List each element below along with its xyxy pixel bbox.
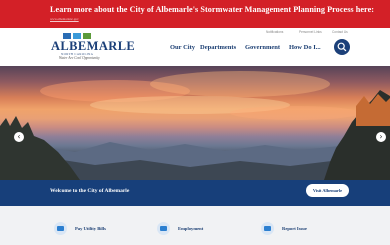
quick-link-report-issue[interactable]: Report Issue xyxy=(261,222,307,235)
site-header: ALBEMARLE NORTH CAROLINA Water Are Cool … xyxy=(0,28,390,66)
chevron-right-icon: › xyxy=(379,132,383,141)
hero-image xyxy=(0,66,390,180)
nav-how-do-i[interactable]: How Do I... xyxy=(289,44,321,51)
quick-link-label: Report Issue xyxy=(282,226,307,231)
alert-text: Learn more about the City of Albemarle's… xyxy=(50,5,375,14)
quick-links-bar: Pay Utility Bills Employment Report Issu… xyxy=(0,206,390,245)
welcome-banner: Welcome to the City of Albemarle Visit A… xyxy=(0,180,390,206)
welcome-text: Welcome to the City of Albemarle xyxy=(50,188,130,194)
search-icon xyxy=(337,42,347,52)
chevron-left-icon: ‹ xyxy=(17,132,21,141)
quick-link-pay-utility-bills[interactable]: Pay Utility Bills xyxy=(54,222,106,235)
quick-link-label: Pay Utility Bills xyxy=(75,226,106,231)
carousel-next-button[interactable]: › xyxy=(376,132,386,142)
nav-government[interactable]: Government xyxy=(245,44,280,51)
alert-link[interactable]: www.albemarlenc.gov xyxy=(50,17,79,21)
utility-link-notifications[interactable]: Notifications xyxy=(266,30,283,34)
alert-banner[interactable]: Learn more about the City of Albemarle's… xyxy=(0,0,390,28)
logo-tagline: Water Are Cool Opportunity xyxy=(59,56,100,60)
globe-icon xyxy=(261,222,274,235)
quick-link-employment[interactable]: Employment xyxy=(157,222,203,235)
utility-link-personnel[interactable]: Personnel Links xyxy=(299,30,322,34)
nav-departments[interactable]: Departments xyxy=(200,44,236,51)
quick-link-label: Employment xyxy=(178,226,204,231)
mountain-landscape xyxy=(0,90,390,180)
search-button[interactable] xyxy=(334,39,350,55)
visit-albemarle-button[interactable]: Visit Albemarle xyxy=(306,184,349,197)
nav-our-city[interactable]: Our City xyxy=(170,44,195,51)
carousel-prev-button[interactable]: ‹ xyxy=(14,132,24,142)
briefcase-icon xyxy=(157,222,170,235)
credit-card-icon xyxy=(54,222,67,235)
utility-link-contact[interactable]: Contact Us xyxy=(332,30,348,34)
